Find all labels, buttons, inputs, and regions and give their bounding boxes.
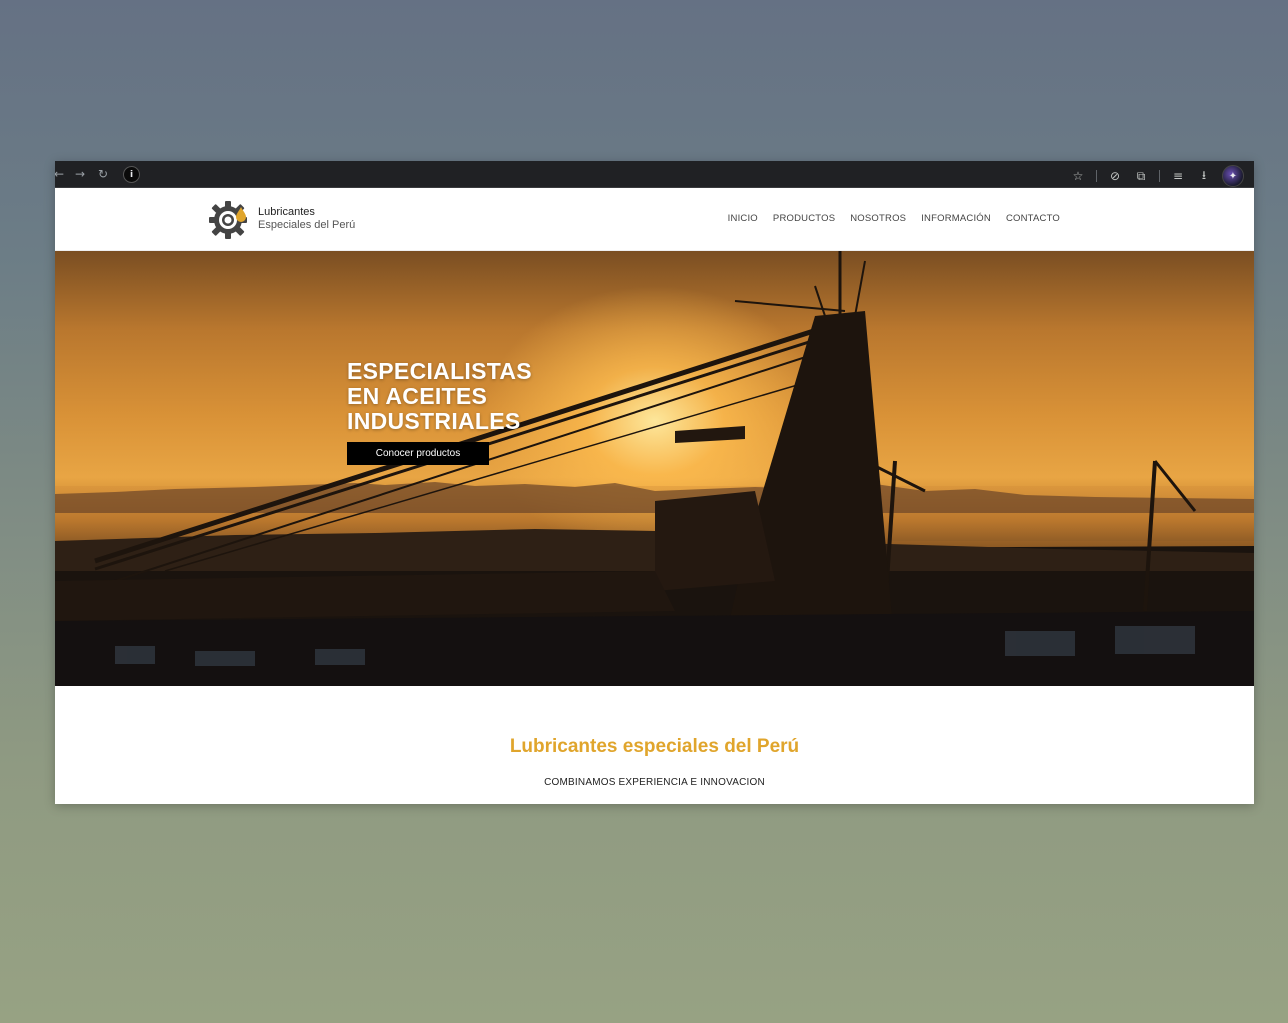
conocer-productos-button[interactable]: Conocer productos (347, 442, 489, 465)
back-arrow-icon[interactable]: ← (55, 166, 67, 182)
site-info-icon[interactable]: i (123, 166, 140, 183)
puzzle-icon[interactable]: ⧉ (1133, 167, 1149, 185)
hero-content: ESPECIALISTAS EN ACEITES INDUSTRIALES Co… (347, 359, 532, 465)
site-header: Lubricantes Especiales del Perú INICIO P… (55, 188, 1254, 251)
main-navigation: INICIO PRODUCTOS NOSOTROS INFORMACIÓN CO… (728, 213, 1060, 224)
hero-title-line-1: ESPECIALISTAS (347, 358, 532, 384)
reading-list-icon[interactable]: ≡ (1170, 167, 1186, 185)
hero-banner: ESPECIALISTAS EN ACEITES INDUSTRIALES Co… (55, 251, 1254, 686)
intro-subtitle: COMBINAMOS EXPERIENCIA E INNOVACION (544, 777, 765, 788)
nav-inicio[interactable]: INICIO (728, 213, 758, 224)
toolbar-divider (1096, 170, 1097, 182)
toolbar-actions: ☆ ⊘ ⧉ ≡ ⭳ ✦ (1070, 165, 1244, 187)
logo-title: Lubricantes (258, 206, 315, 218)
intro-section: Lubricantes especiales del Perú COMBINAM… (55, 686, 1254, 788)
browser-window: ← → ↻ i ☆ ⊘ ⧉ ≡ ⭳ ✦ Lubricantes Especial… (55, 161, 1254, 804)
reload-icon[interactable]: ↻ (95, 166, 111, 182)
hero-title: ESPECIALISTAS EN ACEITES INDUSTRIALES (347, 359, 532, 434)
intro-title: Lubricantes especiales del Perú (509, 736, 800, 757)
hero-title-line-3: INDUSTRIALES (347, 408, 521, 434)
nav-nosotros[interactable]: NOSOTROS (850, 213, 906, 224)
nav-productos[interactable]: PRODUCTOS (773, 213, 835, 224)
toolbar-divider (1159, 170, 1160, 182)
bookmark-star-icon[interactable]: ☆ (1070, 167, 1086, 185)
crane-silhouette-image (55, 251, 1254, 686)
gear-oil-drop-icon (209, 201, 247, 239)
site-logo[interactable]: Lubricantes Especiales del Perú (208, 198, 355, 240)
extension-icon[interactable]: ⊘ (1107, 167, 1123, 185)
profile-avatar[interactable]: ✦ (1222, 165, 1244, 187)
forward-arrow-icon[interactable]: → (72, 166, 88, 182)
nav-informacion[interactable]: INFORMACIÓN (921, 213, 991, 224)
nav-contacto[interactable]: CONTACTO (1006, 213, 1060, 224)
hero-title-line-2: EN ACEITES (347, 383, 488, 409)
logo-subtitle: Especiales del Perú (258, 219, 356, 231)
download-icon[interactable]: ⭳ (1196, 167, 1212, 185)
browser-toolbar: ← → ↻ i ☆ ⊘ ⧉ ≡ ⭳ ✦ (55, 161, 1254, 188)
